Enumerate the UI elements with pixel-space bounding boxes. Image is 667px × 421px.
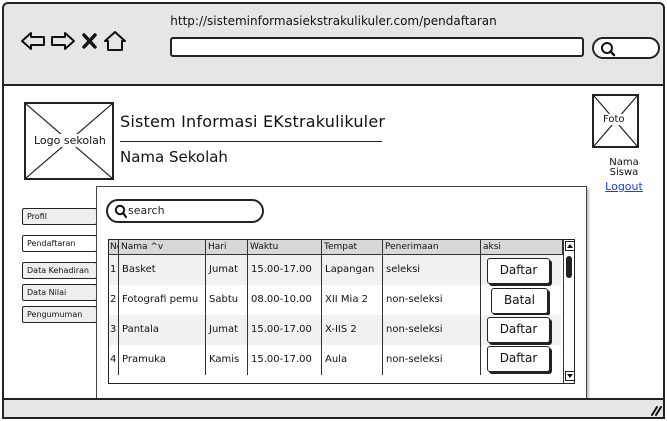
cell-tempat: XII Mia 2 — [322, 285, 383, 315]
browser-status-bar — [2, 398, 665, 419]
photo-label: Foto — [602, 114, 626, 125]
daftar-button[interactable]: Daftar — [487, 346, 550, 372]
forward-arrow-icon[interactable] — [50, 30, 76, 52]
cell-no: 3 — [109, 315, 119, 345]
logout-link[interactable]: Logout — [592, 180, 656, 193]
column-header-aksi[interactable]: aksi — [481, 240, 563, 255]
search-icon — [114, 204, 127, 219]
cell-tempat: Aula — [322, 345, 383, 375]
column-header-tempat[interactable]: Tempat — [322, 240, 383, 255]
cell-nama: Pramuka — [119, 345, 206, 375]
daftar-button[interactable]: Daftar — [487, 258, 550, 284]
browser-search-button[interactable] — [592, 37, 660, 59]
daftar-button[interactable]: Daftar — [487, 317, 550, 343]
column-header-nama[interactable]: Nama ^v — [119, 240, 206, 255]
address-bar[interactable] — [170, 37, 584, 57]
school-name: Nama Sekolah — [120, 148, 228, 166]
search-placeholder: search — [128, 204, 165, 217]
cell-tempat: Lapangan — [322, 255, 383, 285]
url-text[interactable]: http://sisteminformasiekstrakulikuler.co… — [0, 14, 667, 28]
column-header-waktu[interactable]: Waktu — [248, 240, 322, 255]
cell-hari: Sabtu — [206, 285, 248, 315]
logo-label: Logo sekolah — [33, 134, 107, 147]
cell-penerimaan: non-seleksi — [383, 315, 481, 345]
batal-button[interactable]: Batal — [491, 288, 548, 314]
scroll-down-icon[interactable] — [565, 371, 575, 381]
cell-waktu: 15.00-17.00 — [248, 315, 322, 345]
cell-penerimaan: non-seleksi — [383, 345, 481, 375]
cell-hari: Jumat — [206, 255, 248, 285]
cell-penerimaan: non-seleksi — [383, 285, 481, 315]
cell-no: 4 — [109, 345, 119, 375]
cell-nama: Basket — [119, 255, 206, 285]
search-input[interactable]: search — [106, 199, 264, 223]
sidebar-item-profil[interactable]: Profil — [22, 208, 97, 225]
sidebar-item-data-kehadiran[interactable]: Data Kehadiran — [22, 262, 97, 279]
sidebar-item-pendaftaran[interactable]: Pendaftaran — [22, 235, 97, 252]
school-logo: Logo sekolah — [24, 102, 114, 180]
column-header-hari[interactable]: Hari — [206, 240, 248, 255]
column-header-penerimaan[interactable]: Penerimaan — [383, 240, 481, 255]
back-arrow-icon[interactable] — [20, 30, 46, 52]
search-icon — [601, 42, 616, 57]
title-divider — [120, 141, 382, 142]
scroll-up-icon[interactable] — [565, 241, 575, 251]
extracurricular-table: No Nama ^v Hari Waktu Tempat Penerimaan … — [108, 239, 575, 384]
cell-no: 2 — [109, 285, 119, 315]
cell-hari: Kamis — [206, 345, 248, 375]
column-header-no[interactable]: No — [109, 240, 119, 255]
page-title: Sistem Informasi EKstrakulikuler — [120, 112, 386, 131]
resize-grip-icon[interactable] — [650, 404, 662, 416]
cell-penerimaan: seleksi — [383, 255, 481, 285]
cell-waktu: 08.00-10.00 — [248, 285, 322, 315]
sidebar-item-pengumuman[interactable]: Pengumuman — [22, 306, 97, 323]
cell-no: 1 — [109, 255, 119, 285]
home-icon[interactable] — [102, 30, 128, 52]
cell-waktu: 15.00-17.00 — [248, 345, 322, 375]
cell-nama: Fotografi pemu — [119, 285, 206, 315]
cell-hari: Jumat — [206, 315, 248, 345]
close-icon[interactable] — [80, 30, 100, 52]
cell-tempat: X-IIS 2 — [322, 315, 383, 345]
scrollbar-thumb[interactable] — [566, 256, 572, 278]
cell-waktu: 15.00-17.00 — [248, 255, 322, 285]
student-photo: Foto — [592, 94, 639, 148]
cell-nama: Pantala — [119, 315, 206, 345]
student-name: Nama Siswa — [609, 157, 639, 178]
sidebar-item-data-nilai[interactable]: Data Nilai — [22, 284, 97, 301]
